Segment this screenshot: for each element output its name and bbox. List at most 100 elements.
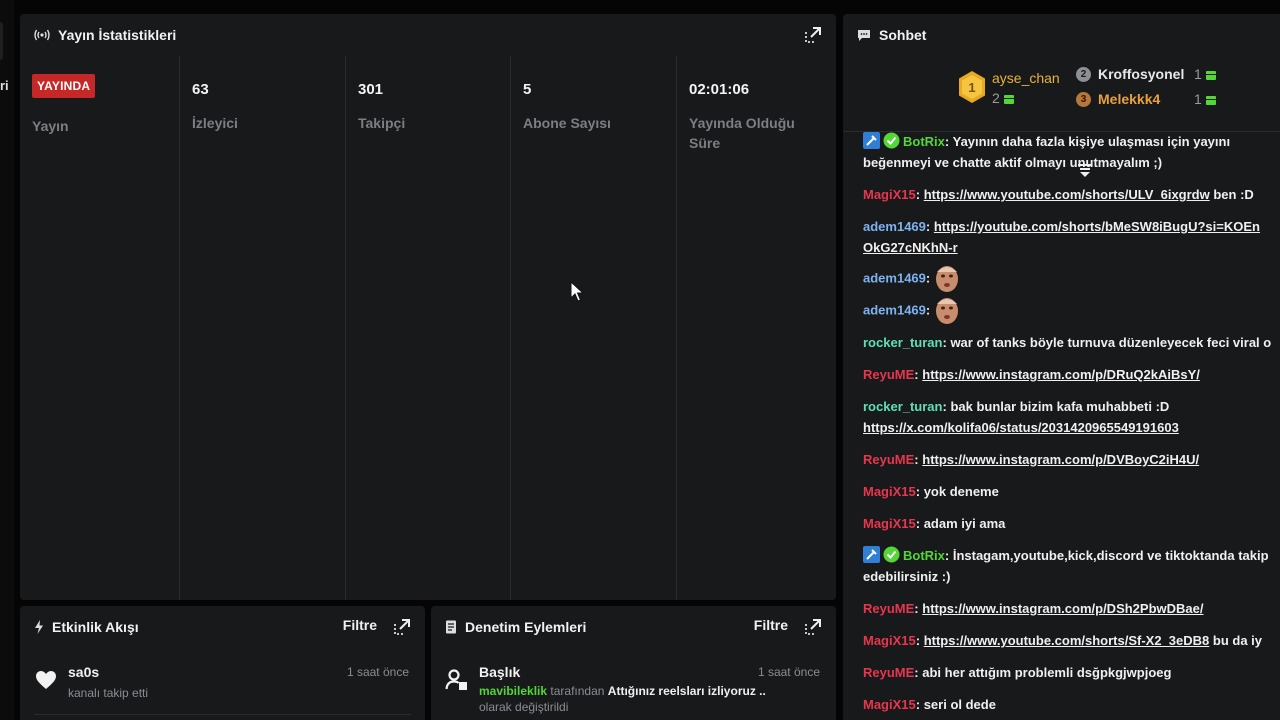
popout-icon[interactable] xyxy=(804,26,822,44)
stat-value: 5 xyxy=(523,81,532,98)
chat-message[interactable]: MagiX15: seri ol dede xyxy=(863,694,1280,715)
user-edit-icon xyxy=(445,669,467,690)
chat-message[interactable]: BotRix: Yayının daha fazla kişiye ulaşma… xyxy=(863,131,1280,173)
chat-link[interactable]: https://www.instagram.com/p/DSh2PbwDBae/ xyxy=(922,601,1203,616)
chat-message[interactable]: ReyuME: abi her attığım problemli dsğpkg… xyxy=(863,662,1280,683)
chat-link[interactable]: https://www.youtube.com/shorts/ULV_6ixgr… xyxy=(924,187,1210,202)
leaderboard-first-name: ayse_chan xyxy=(992,70,1060,86)
gift-count: 1 xyxy=(1194,91,1202,107)
chat-message[interactable]: MagiX15: yok deneme xyxy=(863,481,1280,502)
moderation-new-value: Attığınız reelsları izliyoruz .. xyxy=(607,684,766,698)
chat-message[interactable]: MagiX15: adam iyi ama xyxy=(863,513,1280,534)
moderator-badge-icon xyxy=(863,546,880,563)
left-sidebar-edge: ri xyxy=(0,0,14,720)
stat-label: Yayında Olduğu Süre xyxy=(689,115,795,151)
heart-icon xyxy=(36,671,56,689)
stat-label: Yayın xyxy=(32,118,69,134)
gift-leaderboard: 1 ayse_chan 2 2 Kroffosyonel 1 3 Melekkk… xyxy=(843,56,1280,177)
moderation-actor: mavibileklik xyxy=(479,684,548,698)
activity-username: sa0s xyxy=(68,664,100,680)
chat-username[interactable]: MagiX15 xyxy=(863,516,916,531)
moderation-title: Denetim Eylemleri xyxy=(465,619,587,635)
divider xyxy=(34,714,411,715)
chat-panel: Sohbet 1 ayse_chan 2 2 Kroffosyonel 1 3 … xyxy=(843,14,1280,720)
chat-username[interactable]: rocker_turan xyxy=(863,335,942,350)
leaderboard-name: Kroffosyonel xyxy=(1098,66,1185,82)
moderation-time: 1 saat önce xyxy=(757,665,820,679)
chat-message[interactable]: adem1469: xyxy=(863,296,1280,326)
activity-item[interactable]: sa0s kanalı takip etti 1 saat önce xyxy=(34,662,411,714)
sidebar-truncated-text: ri xyxy=(0,78,9,93)
chat-username[interactable]: adem1469 xyxy=(863,219,926,234)
leaderboard-second[interactable]: 2 Kroffosyonel 1 xyxy=(1076,66,1226,84)
rank-badge-icon: 3 xyxy=(1076,92,1091,107)
chat-message[interactable]: adem1469: https://youtube.com/shorts/bMe… xyxy=(863,216,1263,258)
leaderboard-count: 1 xyxy=(1194,66,1216,82)
chat-link[interactable]: https://www.instagram.com/p/DRuQ2kAiBsY/ xyxy=(922,367,1200,382)
activity-filter-button[interactable]: Filtre xyxy=(343,617,377,633)
stat-value: 02:01:06 xyxy=(689,81,750,98)
stat-value: 301 xyxy=(358,81,384,98)
chat-message[interactable]: MagiX15: https://www.youtube.com/shorts/… xyxy=(863,184,1280,205)
stat-followers: 301 Takipçi xyxy=(346,56,511,600)
chat-username[interactable]: BotRix xyxy=(903,134,945,149)
chat-username[interactable]: MagiX15 xyxy=(863,633,916,648)
gold-medal-rank: 1 xyxy=(968,80,975,95)
chat-link[interactable]: https://x.com/kolifa06/status/2031420965… xyxy=(863,420,1179,435)
popout-icon[interactable] xyxy=(804,618,822,636)
gift-count: 2 xyxy=(992,90,1000,106)
chat-username[interactable]: rocker_turan xyxy=(863,399,942,414)
chat-username[interactable]: MagiX15 xyxy=(863,187,916,202)
moderation-filter-button[interactable]: Filtre xyxy=(754,617,788,633)
leaderboard-first-count: 2 xyxy=(992,90,1014,106)
leaderboard-third[interactable]: 3 Melekkk4 1 xyxy=(1076,91,1226,109)
chat-username[interactable]: BotRix xyxy=(903,548,945,563)
gift-icon xyxy=(1003,95,1014,104)
chat-username[interactable]: adem1469 xyxy=(863,302,926,317)
chat-message[interactable]: ReyuME: https://www.instagram.com/p/DSh2… xyxy=(863,598,1280,619)
stream-stats-title: Yayın İstatistikleri xyxy=(58,27,177,43)
leaderboard-first[interactable]: 1 ayse_chan 2 xyxy=(957,70,1083,110)
chat-header: Sohbet xyxy=(843,14,1280,56)
chat-message[interactable]: MagiX15: https://www.youtube.com/shorts/… xyxy=(863,630,1280,651)
moderation-suffix: olarak değiştirildi xyxy=(479,700,569,714)
moderation-item[interactable]: Başlık 1 saat önce mavibileklik tarafınd… xyxy=(445,662,822,714)
chat-username[interactable]: adem1469 xyxy=(863,270,926,285)
chat-username[interactable]: ReyuME xyxy=(863,367,914,382)
chat-text: yok deneme xyxy=(923,484,999,499)
chat-text: abi her attığım problemli dsğpkgjwpjoeg xyxy=(922,665,1172,680)
chat-text: bu da iy xyxy=(1212,633,1263,648)
chat-username[interactable]: ReyuME xyxy=(863,665,914,680)
stat-label: İzleyici xyxy=(192,115,238,131)
face-emote-icon xyxy=(936,298,959,324)
stat-label: Abone Sayısı xyxy=(523,115,611,131)
broadcast-icon xyxy=(34,29,50,41)
chat-message[interactable]: BotRix: İnstagam,youtube,kick,discord ve… xyxy=(863,545,1280,587)
activity-feed-panel: Etkinlik Akışı Filtre sa0s kanalı takip … xyxy=(20,606,425,720)
stat-live-status: YAYINDA Yayın xyxy=(20,56,180,600)
chat-username[interactable]: MagiX15 xyxy=(863,484,916,499)
verified-badge-icon xyxy=(883,546,900,563)
chat-message[interactable]: ReyuME: https://www.instagram.com/p/DVBo… xyxy=(863,449,1280,470)
chat-message[interactable]: rocker_turan: bak bunlar bizim kafa muha… xyxy=(863,396,1280,438)
stream-stats-panel: Yayın İstatistikleri YAYINDA Yayın 63 İz… xyxy=(20,14,836,600)
activity-time: 1 saat önce xyxy=(346,665,409,679)
face-emote-icon xyxy=(936,266,959,292)
chat-username[interactable]: MagiX15 xyxy=(863,697,916,712)
chat-link[interactable]: https://www.instagram.com/p/DVBoyC2iH4U/ xyxy=(922,452,1199,467)
chat-username[interactable]: ReyuME xyxy=(863,452,914,467)
moderator-badge-icon xyxy=(863,132,880,149)
moderation-description: mavibileklik tarafından Attığınız reelsl… xyxy=(479,684,766,698)
stat-subscribers: 5 Abone Sayısı xyxy=(511,56,677,600)
chat-message[interactable]: adem1469: xyxy=(863,264,1280,294)
chat-text: seri ol dede xyxy=(923,697,996,712)
chat-username[interactable]: ReyuME xyxy=(863,601,914,616)
chat-message[interactable]: ReyuME: https://www.instagram.com/p/DRuQ… xyxy=(863,364,1280,385)
chat-text: war of tanks böyle turnuva düzenleyecek … xyxy=(950,335,1272,350)
chat-link[interactable]: https://www.youtube.com/shorts/Sf-X2_3eD… xyxy=(924,633,1210,648)
stat-label: Takipçi xyxy=(358,115,406,131)
chat-message[interactable]: rocker_turan: war of tanks böyle turnuva… xyxy=(863,332,1280,353)
popout-icon[interactable] xyxy=(393,618,411,636)
lightning-icon xyxy=(35,620,43,634)
moderation-by-text: tarafından xyxy=(550,684,605,698)
